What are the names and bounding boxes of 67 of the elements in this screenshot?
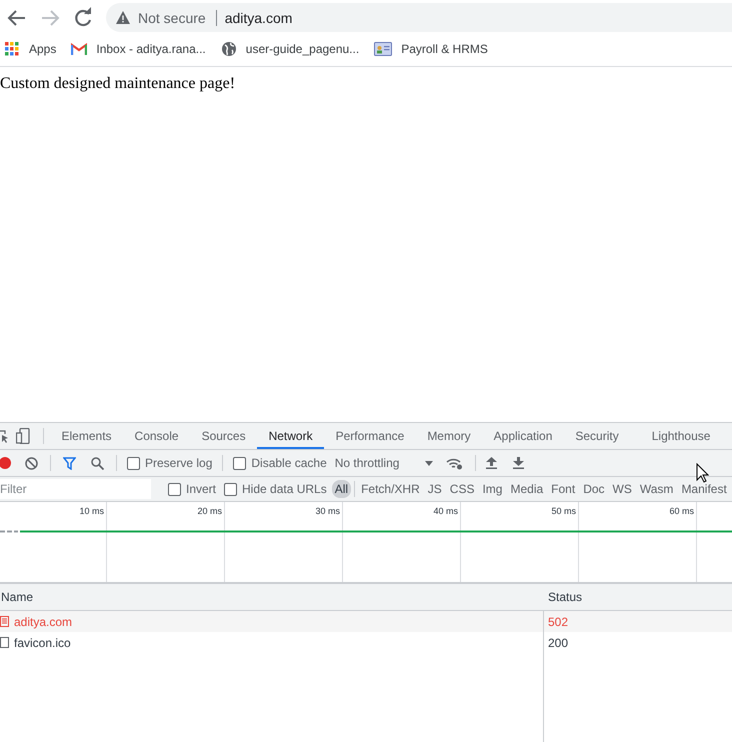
device-icon[interactable] <box>16 428 30 444</box>
table-cell-text: 200 <box>547 634 570 652</box>
clear-icon[interactable] <box>25 456 38 470</box>
table-cell-text: 502 <box>547 614 570 630</box>
checkbox[interactable]: Invert <box>168 482 216 496</box>
filter-icon[interactable] <box>63 456 76 470</box>
document-icon <box>0 616 9 627</box>
table-cell[interactable]: aditya.com <box>0 611 544 632</box>
apps-icon <box>4 40 20 56</box>
request-name: favicon.ico <box>14 636 71 650</box>
column-header[interactable]: Status <box>544 584 732 611</box>
cursor-icon <box>696 463 709 483</box>
type-filter[interactable]: Font <box>548 480 578 498</box>
bookmark[interactable]: Apps <box>4 40 56 56</box>
inspect-icon[interactable] <box>0 429 9 443</box>
id-card-icon <box>374 42 392 56</box>
tab[interactable]: Application <box>482 423 564 449</box>
search-icon[interactable] <box>91 456 104 470</box>
checkbox[interactable]: Disable cache <box>233 456 327 470</box>
tab[interactable]: Sources <box>190 423 258 449</box>
tab[interactable]: Security <box>564 423 630 449</box>
checkbox[interactable]: Hide data URLs <box>224 482 327 496</box>
tab[interactable]: Console <box>123 423 190 449</box>
wifi-settings-icon[interactable] <box>446 456 464 470</box>
table-row[interactable]: aditya.com 502 <box>0 611 732 632</box>
tab[interactable]: Memory <box>416 423 482 449</box>
page-text: Custom designed maintenance page! <box>0 75 236 93</box>
type-filter[interactable]: Fetch/XHR <box>358 480 423 498</box>
bookmark[interactable]: user-guide_pagenu... <box>220 40 360 56</box>
type-filter[interactable]: JS <box>424 480 445 498</box>
type-filter[interactable]: Wasm <box>636 480 676 498</box>
bookmark[interactable]: Inbox - aditya.rana... <box>71 42 206 56</box>
tick-label: 60 ms <box>669 505 695 516</box>
filter-field[interactable]: Filter <box>0 479 151 499</box>
type-filter[interactable]: Manifest <box>678 480 730 498</box>
tick-label: 20 ms <box>197 505 223 516</box>
address-bar[interactable]: Not secure aditya.com <box>106 3 732 32</box>
type-filter[interactable]: Img <box>479 480 506 498</box>
tick-label: 30 ms <box>315 505 341 516</box>
bookmark[interactable]: Payroll & HRMS <box>374 42 488 56</box>
type-filter[interactable]: CSS <box>446 480 478 498</box>
file-icon <box>0 637 9 648</box>
type-filter[interactable]: All <box>332 480 352 498</box>
tick-label: 40 ms <box>433 505 459 516</box>
table-cell[interactable]: favicon.ico <box>0 632 544 653</box>
type-filter[interactable]: WS <box>610 480 635 498</box>
warning-icon <box>116 11 130 24</box>
table-row[interactable]: favicon.ico 200 <box>0 632 732 653</box>
tab[interactable]: Lighthouse <box>640 423 722 449</box>
download-icon[interactable] <box>513 457 524 469</box>
globe-icon <box>220 40 237 56</box>
record-icon[interactable] <box>0 457 11 469</box>
tab[interactable]: Performance <box>324 423 416 449</box>
caret-icon <box>425 460 434 466</box>
checkbox[interactable]: Preserve log <box>127 456 212 470</box>
upload-icon[interactable] <box>486 457 498 469</box>
request-name: aditya.com <box>14 614 72 628</box>
type-filter[interactable]: Media <box>507 480 546 498</box>
url-text: aditya.com <box>224 10 292 26</box>
tick-label: 50 ms <box>551 505 577 516</box>
throttling-select[interactable]: No throttling <box>334 456 434 470</box>
type-filter[interactable]: Doc <box>580 480 608 498</box>
column-header[interactable]: Name <box>0 584 544 611</box>
security-label: Not secure <box>138 10 217 26</box>
tick-label: 10 ms <box>79 505 105 516</box>
mail-icon <box>71 42 88 54</box>
tab[interactable]: Elements <box>50 423 124 449</box>
